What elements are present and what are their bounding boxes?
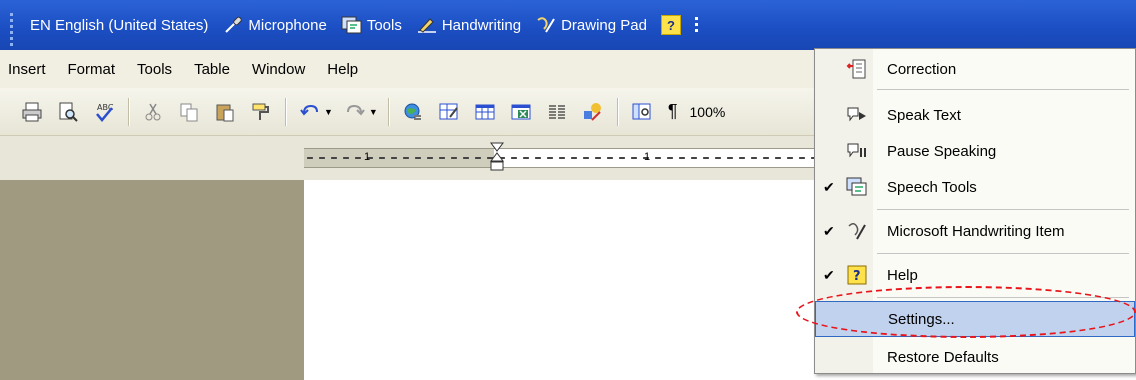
menu-item-restore-defaults[interactable]: Restore Defaults [815, 339, 1135, 375]
insert-table-button[interactable] [472, 99, 498, 125]
horizontal-ruler[interactable]: 1 1 [304, 148, 824, 168]
menu-help[interactable]: Help [327, 61, 358, 78]
insert-excel-sheet-button[interactable] [508, 99, 534, 125]
menu-item-label: Correction [887, 60, 957, 78]
print-button[interactable] [19, 99, 45, 125]
drawing-icon [583, 102, 601, 121]
excel-sheet-icon [511, 104, 531, 119]
tools-button[interactable]: Tools [341, 14, 402, 36]
menu-format[interactable]: Format [68, 61, 116, 78]
menu-separator [877, 209, 1129, 210]
handwriting-button[interactable]: Handwriting [416, 14, 521, 36]
menu-separator [877, 253, 1129, 254]
document-gutter [0, 180, 304, 380]
correction-icon [845, 57, 869, 81]
menu-tools[interactable]: Tools [137, 61, 172, 78]
ruler-ticks [304, 157, 824, 159]
tables-borders-icon [439, 103, 458, 119]
speech-tools-icon [845, 175, 869, 199]
menu-item-label: Restore Defaults [887, 348, 999, 366]
columns-button[interactable] [544, 99, 570, 125]
language-label: EN English (United States) [30, 16, 209, 34]
ruler-label: 1 [364, 151, 371, 163]
svg-text:?: ? [853, 269, 861, 284]
toolbar-separator [285, 97, 286, 126]
insert-hyperlink-button[interactable] [400, 99, 426, 125]
redo-button[interactable] [342, 99, 368, 125]
handwriting-icon [845, 219, 869, 243]
drawing-pad-button[interactable]: Drawing Pad [535, 14, 647, 36]
toolbar-separator [616, 97, 618, 126]
paste-button[interactable] [212, 99, 238, 125]
menu-table[interactable]: Table [194, 61, 230, 78]
drawing-button[interactable] [580, 99, 606, 125]
language-selector[interactable]: EN English (United States) [30, 17, 208, 34]
ruler-label: 1 [644, 151, 651, 163]
document-map-button[interactable] [629, 99, 655, 125]
format-painter-button[interactable] [248, 99, 274, 125]
menu-item-label: Speak Text [887, 106, 961, 124]
menu-item-label: Speech Tools [887, 178, 977, 196]
menu-item-label: Help [887, 266, 918, 284]
show-hide-button[interactable]: ¶ [668, 101, 678, 122]
menu-item-speech-tools[interactable]: ✔ Speech Tools [815, 169, 1135, 205]
handwriting-label: Handwriting [441, 16, 522, 34]
undo-icon [300, 104, 318, 116]
format-painter-icon [252, 103, 269, 120]
checkmark-icon: ✔ [823, 266, 835, 283]
indent-marker-icon[interactable] [490, 142, 504, 174]
print-icon [22, 102, 42, 121]
zoom-box[interactable]: 100% [690, 104, 726, 120]
menu-item-label: Pause Speaking [887, 142, 997, 160]
toolbar-separator [128, 97, 129, 126]
pause-speaking-icon [845, 139, 869, 163]
menu-item-microsoft-handwriting-item[interactable]: ✔ Microsoft Handwriting Item [815, 213, 1135, 249]
cut-icon [145, 103, 161, 120]
help-icon: ? [845, 263, 869, 287]
cut-button[interactable] [140, 99, 166, 125]
checkmark-icon: ✔ [823, 178, 835, 195]
undo-dropdown-icon[interactable]: ▼ [324, 107, 333, 117]
redo-dropdown-icon[interactable]: ▼ [369, 107, 378, 117]
menu-item-label: Microsoft Handwriting Item [887, 222, 1065, 240]
speech-tools-icon [341, 14, 363, 36]
highlight-annotation [796, 286, 1136, 338]
insert-table-icon [475, 104, 495, 119]
copy-icon [180, 103, 198, 121]
print-preview-icon [59, 102, 78, 122]
language-bar-grip[interactable] [6, 5, 20, 45]
document-page[interactable] [304, 180, 820, 380]
menu-window[interactable]: Window [252, 61, 305, 78]
speak-text-icon [845, 103, 869, 127]
menu-item-speak-text[interactable]: Speak Text [815, 97, 1135, 133]
checkmark-icon: ✔ [823, 222, 835, 239]
columns-icon [548, 104, 565, 119]
drawing-pad-icon [535, 14, 557, 36]
redo-icon [346, 104, 365, 116]
menu-insert[interactable]: Insert [8, 61, 46, 78]
language-bar-options-button[interactable] [691, 13, 703, 37]
microphone-button[interactable]: Microphone [222, 14, 327, 36]
globe-link-icon [404, 103, 421, 120]
copy-button[interactable] [176, 99, 202, 125]
spelling-icon: ABC [96, 103, 114, 122]
menu-separator [877, 89, 1129, 90]
document-map-icon [632, 103, 651, 119]
handwriting-icon [416, 14, 438, 36]
tools-label: Tools [366, 16, 402, 34]
language-bar: EN English (United States) Microphone To… [0, 0, 1136, 50]
print-preview-button[interactable] [55, 99, 81, 125]
microphone-label: Microphone [248, 16, 327, 34]
drawing-pad-label: Drawing Pad [561, 16, 647, 34]
tables-borders-button[interactable] [436, 99, 462, 125]
menu-item-correction[interactable]: Correction [815, 51, 1135, 87]
undo-button[interactable] [297, 99, 323, 125]
language-bar-help-button[interactable]: ? [660, 15, 681, 35]
paste-icon [216, 104, 234, 121]
spelling-button[interactable]: ABC [91, 99, 117, 125]
help-icon: ? [666, 17, 675, 33]
menu-item-pause-speaking[interactable]: Pause Speaking [815, 133, 1135, 169]
toolbar-separator [387, 97, 389, 126]
microphone-icon [222, 14, 244, 36]
